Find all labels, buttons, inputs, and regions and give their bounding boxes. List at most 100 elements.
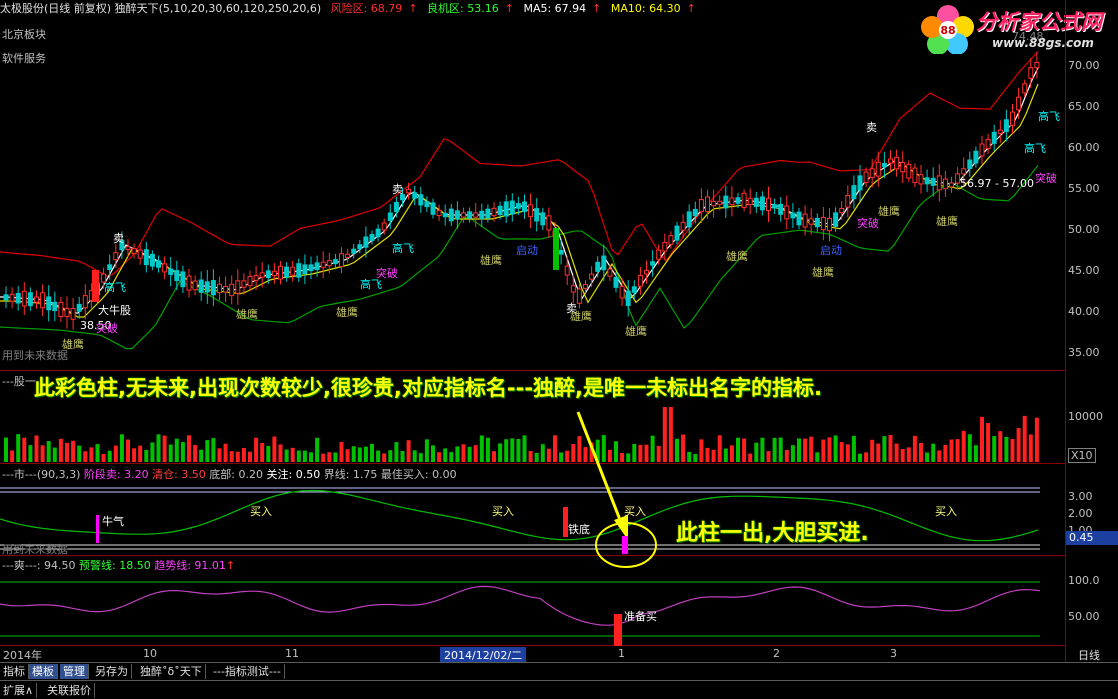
volume-bar <box>272 436 277 462</box>
green-signal-bar <box>553 228 559 270</box>
buy-label-2: 买入 <box>492 505 514 518</box>
candle-body <box>241 280 247 288</box>
xiongying-label-3: 雄鹰 <box>336 306 358 319</box>
volume-bar <box>40 445 45 462</box>
volume-bar <box>10 450 15 462</box>
candle-body <box>430 202 436 215</box>
candle-body <box>888 158 893 164</box>
volume-bar <box>4 437 8 462</box>
special-color-bar <box>622 536 628 554</box>
volume-header: ---股一 <box>2 375 36 388</box>
candle-body <box>424 201 430 208</box>
candle-body <box>9 293 15 302</box>
candle-body <box>46 296 52 311</box>
volume-bar <box>998 431 1003 462</box>
ind2-line <box>0 585 1041 626</box>
main-annotation-text: 此彩色柱,无未来,出现次数较少,很珍贵,对应指标名---独醉,是唯一未标出名字的… <box>34 376 823 400</box>
candle-body <box>34 296 39 303</box>
volume-bar <box>437 452 442 462</box>
volume-bar <box>1034 417 1039 462</box>
volume-bar <box>980 416 984 462</box>
candle-body <box>454 210 460 220</box>
ind1-value-box: 0.45 <box>1066 531 1118 545</box>
candle-body <box>406 188 412 194</box>
toolbar-template-button[interactable]: 模板 <box>29 664 58 679</box>
volume-bar <box>315 437 320 462</box>
volume-bar <box>650 435 655 462</box>
candle-body <box>522 201 527 212</box>
buy-label-4: 买入 <box>935 505 957 518</box>
candle-body <box>253 275 259 281</box>
future-data-note-main: 用到未来数据 <box>2 349 68 362</box>
candle-body <box>558 249 564 255</box>
volume-bar <box>83 451 88 462</box>
indicator1-header: ---市---(90,3,3) 阶段卖: 3.20 清仓: 3.50 底部: 0… <box>2 466 457 482</box>
candle-body <box>601 255 607 271</box>
sell-label-1: 卖 <box>113 232 124 245</box>
volume-bar <box>180 442 185 462</box>
volume-bar <box>986 423 991 462</box>
volume-bar <box>607 449 612 462</box>
volume-bar <box>583 447 588 462</box>
volume-bar <box>119 434 124 462</box>
volume-bar <box>412 450 417 462</box>
candle-body <box>942 178 948 190</box>
volume-bar <box>156 434 161 462</box>
volume-bar <box>138 445 143 462</box>
volume-bar <box>77 445 82 462</box>
toolbar-duzui-button[interactable]: 独醉˚δ˚天下 <box>137 664 206 679</box>
dainiugu-label: 大牛股 <box>98 304 131 317</box>
candle-body <box>107 264 113 270</box>
candle-body <box>149 253 155 267</box>
period-label[interactable]: 日线 <box>1078 647 1100 663</box>
candle-body <box>70 308 76 320</box>
time-cursor-date[interactable]: 2014/12/02/二 <box>440 647 527 663</box>
volume-bar <box>748 453 753 462</box>
volume-bar <box>571 444 576 462</box>
candle-body <box>668 235 674 245</box>
candle-body <box>271 270 277 277</box>
volume-bar <box>528 451 533 462</box>
volume-bar <box>113 445 118 462</box>
volume-bar <box>302 450 307 462</box>
tupo-label-2: 突破 <box>857 217 879 230</box>
candle-body <box>711 200 717 207</box>
candle-body <box>198 279 204 293</box>
related-quote-button[interactable]: 关联报价 <box>44 683 95 698</box>
volume-bar <box>937 450 942 462</box>
indicator2-name: ---爽---: 94.50 <box>2 559 76 572</box>
zhunbeimai-label: 准备买 <box>624 610 657 623</box>
expand-button[interactable]: 扩展∧ <box>0 683 38 698</box>
toolbar-manage-button[interactable]: 管理 <box>60 664 89 679</box>
candle-body <box>540 212 546 226</box>
qidong-label-1: 启动 <box>516 244 538 257</box>
volume-bar <box>717 435 722 462</box>
ind2-axis-50: 50.00 <box>1068 610 1100 623</box>
volume-bar <box>784 450 789 462</box>
volume-bar <box>833 435 838 462</box>
xiongying-label-7: 雄鹰 <box>726 250 748 263</box>
sell-label-2: 卖 <box>392 183 403 196</box>
volume-bar <box>1022 415 1027 462</box>
volume-bar <box>479 435 484 462</box>
ind2-axis-100: 100.0 <box>1068 574 1100 587</box>
candle-body <box>235 280 241 294</box>
moving-average-lines <box>0 51 1039 350</box>
price-axis-label: 65.00 <box>1068 100 1100 113</box>
toolbar-saveas-button[interactable]: 另存为 <box>92 664 132 679</box>
volume-bar <box>559 452 564 462</box>
volume-bar <box>577 436 582 462</box>
toolbar-test-button[interactable]: ---指标测试--- <box>210 664 285 679</box>
gaofei-label-2: 高飞 <box>392 242 414 255</box>
volume-bar <box>711 449 716 462</box>
candle-body <box>393 201 399 213</box>
volume-bar <box>46 441 51 462</box>
candle-body <box>997 129 1003 134</box>
toolbar-indicator-button[interactable]: 指标 <box>0 664 29 679</box>
volume-bar <box>95 444 100 462</box>
annotation-arrow-line <box>576 411 624 526</box>
axis-separator <box>1065 0 1066 662</box>
candle-body <box>833 212 839 227</box>
volume-bar <box>815 452 820 462</box>
buy-label-3: 买入 <box>624 505 646 518</box>
